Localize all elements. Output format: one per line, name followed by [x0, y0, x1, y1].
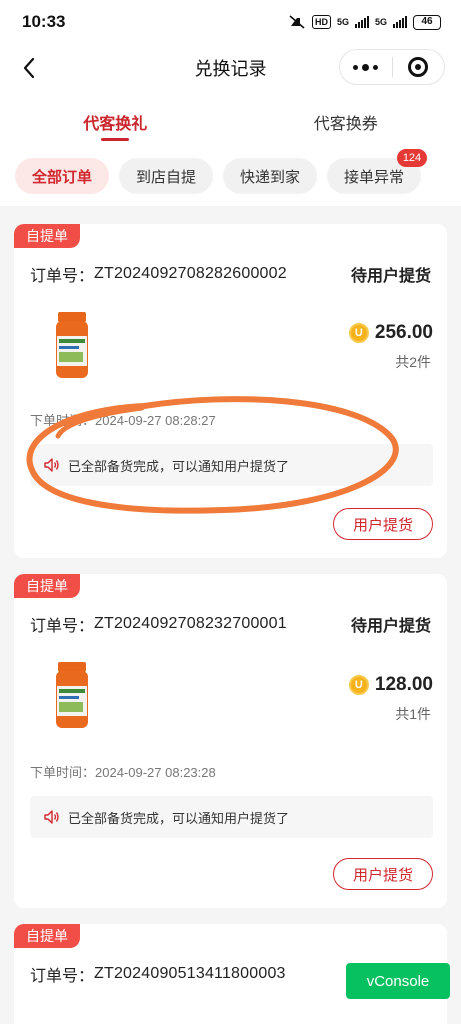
filter-chips: 全部订单 到店自提 快递到家 接单异常 124 — [0, 148, 461, 206]
user-pickup-button[interactable]: 用户提货 — [333, 508, 433, 540]
order-time-label: 下单时间： — [30, 765, 96, 780]
order-type-tag: 自提单 — [14, 924, 80, 948]
order-status: 待用户提货 — [350, 268, 431, 285]
speaker-icon — [44, 810, 59, 824]
notice-text: 已全部备货完成，可以通知用户提货了 — [68, 810, 290, 826]
order-time: 2024-09-27 08:23:28 — [95, 765, 216, 780]
order-card[interactable]: 自提单 订单号： ZT2024092708282600002 待用户提货 U 2… — [14, 224, 447, 558]
chip-label: 接单异常 — [343, 168, 404, 186]
item-quantity: 共1件 — [395, 706, 431, 722]
page-title: 兑换记录 — [194, 59, 267, 79]
signal-icon-2 — [393, 16, 407, 28]
order-type-tag: 自提单 — [14, 574, 80, 598]
network-5g-label: 5G — [336, 17, 349, 27]
order-number: ZT2024092708282600002 — [94, 265, 287, 282]
product-image — [56, 312, 88, 378]
ready-notice: 已全部备货完成，可以通知用户提货了 — [30, 796, 433, 838]
tab-label: 代客换券 — [313, 116, 378, 133]
exception-count-badge: 124 — [397, 149, 427, 167]
miniapp-capsule — [339, 49, 445, 85]
order-type-tag: 自提单 — [14, 224, 80, 248]
speaker-icon — [44, 458, 59, 472]
back-icon[interactable] — [16, 55, 42, 81]
main-tabs: 代客换礼 代客换券 — [0, 92, 461, 148]
status-icons: HD 5G 5G 46 — [288, 14, 441, 30]
more-icon[interactable] — [340, 50, 392, 84]
order-number: ZT2024092708232700001 — [94, 615, 287, 632]
ready-notice: 已全部备货完成，可以通知用户提货了 — [30, 444, 433, 486]
close-miniapp-icon[interactable] — [392, 50, 444, 84]
nav-bar: 兑换记录 — [0, 44, 461, 92]
signal-icon — [354, 16, 369, 28]
vconsole-button[interactable]: vConsole — [346, 963, 450, 999]
tab-gift-exchange[interactable]: 代客换礼 — [0, 92, 231, 148]
order-card[interactable]: 自提单 订单号： ZT2024092708232700001 待用户提货 U 1… — [14, 574, 447, 908]
order-time: 2024-09-27 08:28:27 — [95, 413, 216, 428]
product-image — [56, 662, 88, 728]
filter-order-exception[interactable]: 接单异常 124 — [327, 149, 427, 194]
tab-label: 代客换礼 — [83, 116, 148, 133]
status-time: 10:33 — [22, 12, 66, 31]
order-number: ZT2024090513411800003 — [94, 965, 286, 982]
order-number-label: 订单号： — [30, 968, 95, 985]
order-time-label: 下单时间： — [30, 413, 96, 428]
coin-icon: U — [348, 323, 369, 343]
mute-icon — [288, 14, 306, 30]
order-price: 256.00 — [374, 322, 433, 343]
filter-home-delivery[interactable]: 快递到家 — [223, 158, 317, 194]
order-number-label: 订单号： — [30, 618, 95, 635]
order-price: 128.00 — [374, 674, 433, 695]
filter-all-orders[interactable]: 全部订单 — [15, 158, 109, 194]
status-bar: 10:33 HD 5G 5G 46 — [0, 0, 461, 44]
user-pickup-button[interactable]: 用户提货 — [333, 858, 433, 890]
battery-icon: 46 — [413, 14, 441, 30]
tab-active-indicator — [101, 138, 130, 141]
hd-icon: HD — [311, 15, 331, 29]
item-quantity: 共2件 — [395, 354, 431, 370]
order-status: 待用户提货 — [350, 618, 431, 635]
filter-store-pickup[interactable]: 到店自提 — [119, 158, 213, 194]
coin-icon: U — [348, 675, 369, 695]
network-5g-label-2: 5G — [374, 17, 387, 27]
order-number-label: 订单号： — [30, 268, 95, 285]
notice-text: 已全部备货完成，可以通知用户提货了 — [68, 458, 290, 474]
tab-coupon-exchange[interactable]: 代客换券 — [231, 92, 461, 148]
